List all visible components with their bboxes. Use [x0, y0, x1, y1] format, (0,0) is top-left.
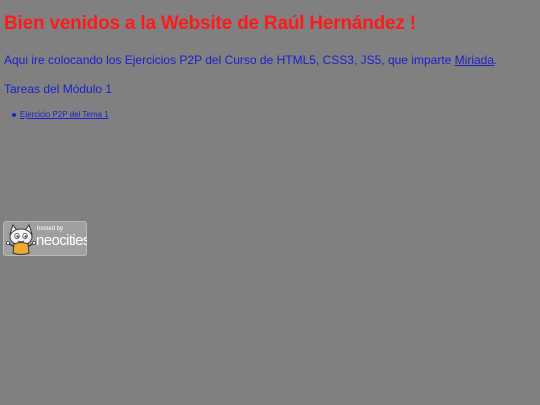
- intro-paragraph: Aqui ire colocando los Ejercicios P2P de…: [4, 53, 497, 67]
- section-heading: Tareas del Módulo 1: [4, 82, 113, 96]
- task-list: Ejercicio P2P del Tema 1: [0, 110, 109, 120]
- list-item: Ejercicio P2P del Tema 1: [0, 110, 109, 120]
- intro-text: Aqui ire colocando los Ejercicios P2P de…: [4, 53, 455, 67]
- badge-brand-text: neocities: [36, 232, 87, 249]
- neocities-badge[interactable]: hosted by neocities: [3, 221, 87, 256]
- bullet-icon: [12, 113, 16, 117]
- page-title: Bien venidos a la Website de Raúl Hernán…: [4, 13, 416, 34]
- miriada-link[interactable]: Miriada: [455, 53, 494, 67]
- task-link[interactable]: Ejercicio P2P del Tema 1: [20, 110, 109, 119]
- neocities-cat-icon: [5, 223, 36, 255]
- intro-end: .: [494, 53, 498, 67]
